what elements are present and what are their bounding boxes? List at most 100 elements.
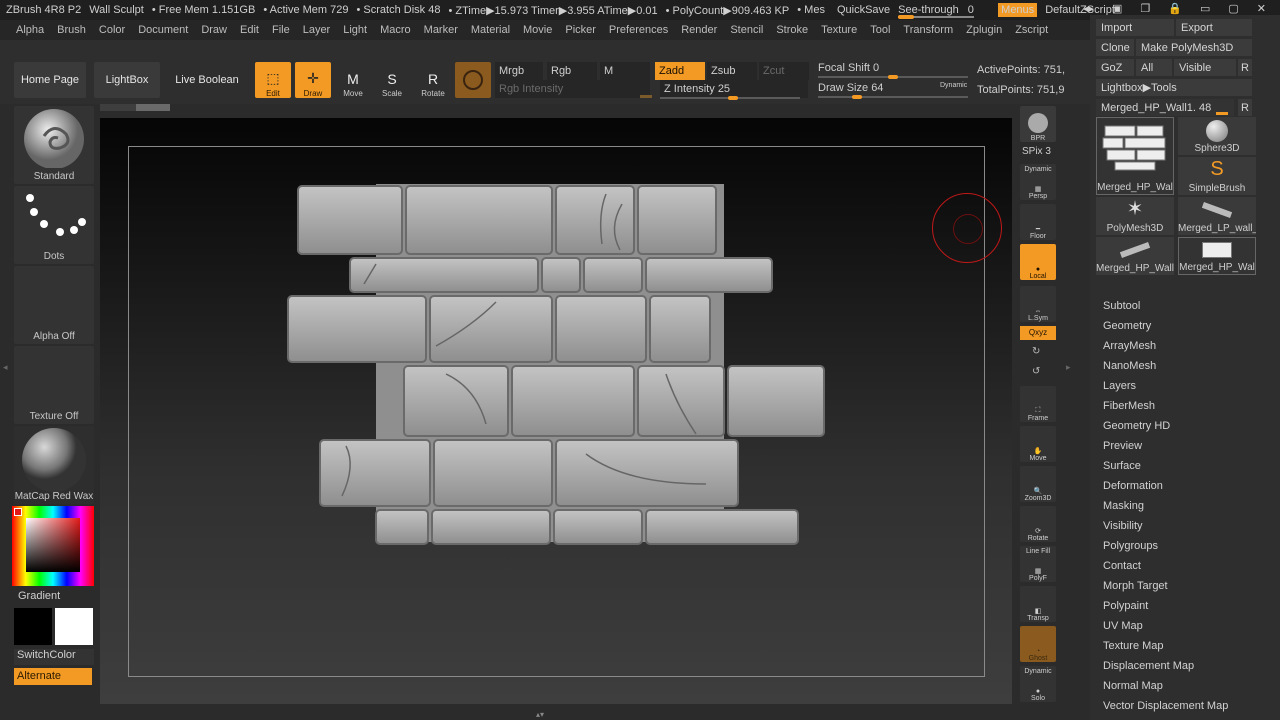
draw-button[interactable]: ✛ Draw <box>295 62 331 98</box>
subpalette-geometry[interactable]: Geometry <box>1103 316 1228 336</box>
collapse-right-icon[interactable]: ▸ <box>1066 362 1071 373</box>
see-through-slider[interactable]: See-through 0 <box>898 4 980 19</box>
tool-thumb-merged-lp-wall[interactable]: Merged_LP_wall_ <box>1178 197 1256 235</box>
sphere-material-button[interactable] <box>455 62 491 98</box>
alpha-swatch[interactable]: Alpha Off <box>14 266 94 344</box>
rotate-view-button[interactable]: ⟳ Rotate <box>1020 506 1056 542</box>
lightbox-button[interactable]: LightBox <box>94 62 160 98</box>
menu-render[interactable]: Render <box>681 24 717 36</box>
subpalette-subtool[interactable]: Subtool <box>1103 296 1228 316</box>
subpalette-displacement-map[interactable]: Displacement Map <box>1103 656 1228 676</box>
menu-layer[interactable]: Layer <box>303 24 331 36</box>
color-square[interactable] <box>26 518 80 572</box>
tool-thumb-merged-hp-wall[interactable]: Merged_HP_Wall <box>1096 237 1174 275</box>
material-swatch[interactable]: MatCap Red Wax <box>14 426 94 504</box>
move-button[interactable]: M Move <box>335 62 371 98</box>
r-button[interactable]: R <box>1238 59 1252 76</box>
menu-zplugin[interactable]: Zplugin <box>966 24 1002 36</box>
tool-thumb-merged-hp-wal[interactable]: Merged_HP_Wal <box>1096 117 1174 195</box>
switchcolor-button[interactable]: SwitchColor <box>14 649 94 665</box>
bpr-button[interactable]: BPR <box>1020 106 1056 142</box>
menu-alpha[interactable]: Alpha <box>16 24 44 36</box>
menu-stencil[interactable]: Stencil <box>730 24 763 36</box>
menu-preferences[interactable]: Preferences <box>609 24 668 36</box>
quicksave-button[interactable]: QuickSave <box>837 4 890 16</box>
subpalette-polypaint[interactable]: Polypaint <box>1103 596 1228 616</box>
menus-button[interactable]: Menus <box>998 3 1038 17</box>
dynamic-toggle[interactable]: Dynamic <box>940 82 967 89</box>
rgb-intensity-slider[interactable]: Rgb Intensity <box>495 80 650 98</box>
zcut-button[interactable]: Zcut <box>759 62 809 80</box>
frame-button[interactable]: ⛶ Frame <box>1020 386 1056 422</box>
menu-transform[interactable]: Transform <box>903 24 953 36</box>
make-polymesh-button[interactable]: Make PolyMesh3D <box>1136 39 1252 56</box>
menu-draw[interactable]: Draw <box>201 24 227 36</box>
color-picker[interactable] <box>12 506 94 586</box>
menu-macro[interactable]: Macro <box>380 24 411 36</box>
menu-edit[interactable]: Edit <box>240 24 259 36</box>
rotate-y-icon[interactable]: ↻ <box>1032 346 1040 357</box>
canvas-viewport[interactable] <box>100 118 1012 704</box>
current-tool-slider[interactable]: Merged_HP_Wall1. 48 <box>1096 99 1234 116</box>
subpalette-fibermesh[interactable]: FiberMesh <box>1103 396 1228 416</box>
goz-button[interactable]: GoZ <box>1096 59 1134 76</box>
menu-marker[interactable]: Marker <box>424 24 458 36</box>
secondary-color[interactable] <box>55 608 93 645</box>
subpalette-preview[interactable]: Preview <box>1103 436 1228 456</box>
menu-light[interactable]: Light <box>343 24 367 36</box>
subpalette-masking[interactable]: Masking <box>1103 496 1228 516</box>
layout-icon[interactable]: ▣ <box>1112 2 1122 15</box>
tool-thumb-merged-hp-wal-2[interactable]: Merged_HP_Wal <box>1178 237 1256 275</box>
subpalette-vector-displacement-map[interactable]: Vector Displacement Map <box>1103 696 1228 716</box>
menu-color[interactable]: Color <box>99 24 125 36</box>
live-boolean-button[interactable]: Live Boolean <box>168 62 246 98</box>
subpalette-visibility[interactable]: Visibility <box>1103 516 1228 536</box>
subpalette-geometry-hd[interactable]: Geometry HD <box>1103 416 1228 436</box>
xyz-toggle[interactable]: Qxyz <box>1020 326 1056 340</box>
collapse-left-icon[interactable]: ◂ <box>3 362 8 373</box>
alternate-button[interactable]: Alternate <box>14 668 92 685</box>
subpalette-morph-target[interactable]: Morph Target <box>1103 576 1228 596</box>
brush-swatch[interactable]: Standard <box>14 106 94 184</box>
menu-texture[interactable]: Texture <box>821 24 857 36</box>
export-button[interactable]: Export <box>1176 19 1252 36</box>
menu-material[interactable]: Material <box>471 24 510 36</box>
zsub-button[interactable]: Zsub <box>707 62 757 80</box>
subpalette-surface[interactable]: Surface <box>1103 456 1228 476</box>
polyf-button[interactable]: Line Fill ▦ PolyF <box>1020 546 1056 582</box>
zadd-button[interactable]: Zadd <box>655 62 705 80</box>
menu-tool[interactable]: Tool <box>870 24 890 36</box>
restore-icon[interactable]: ❐ <box>1140 2 1150 15</box>
persp-button[interactable]: Dynamic ▦ Persp <box>1020 164 1056 200</box>
all-button[interactable]: All <box>1136 59 1172 76</box>
rotate-button[interactable]: R Rotate <box>415 62 451 98</box>
mrgb-button[interactable]: Mrgb <box>495 62 543 80</box>
texture-swatch[interactable]: Texture Off <box>14 346 94 424</box>
solo-button[interactable]: Dynamic ● Solo <box>1020 666 1056 702</box>
clone-button[interactable]: Clone <box>1096 39 1134 56</box>
transp-button[interactable]: ◧ Transp <box>1020 586 1056 622</box>
rgb-button[interactable]: Rgb <box>547 62 597 80</box>
subpalette-contact[interactable]: Contact <box>1103 556 1228 576</box>
ghost-button[interactable]: ◔ Ghost <box>1020 626 1056 662</box>
r2-button[interactable]: R <box>1238 99 1252 116</box>
scale-button[interactable]: S Scale <box>374 62 410 98</box>
lock-icon[interactable]: 🔒 <box>1168 2 1182 15</box>
close-icon[interactable]: ✕ <box>1257 2 1266 15</box>
subpalette-normal-map[interactable]: Normal Map <box>1103 676 1228 696</box>
menu-brush[interactable]: Brush <box>57 24 86 36</box>
menu-stroke[interactable]: Stroke <box>776 24 808 36</box>
menu-picker[interactable]: Picker <box>565 24 596 36</box>
minimize-icon[interactable]: ▭ <box>1200 2 1210 15</box>
tool-thumb-sphere3d[interactable]: Sphere3D <box>1178 117 1256 155</box>
tool-thumb-polymesh3d[interactable]: ✶ PolyMesh3D <box>1096 197 1174 235</box>
subpalette-deformation[interactable]: Deformation <box>1103 476 1228 496</box>
subpalette-texture-map[interactable]: Texture Map <box>1103 636 1228 656</box>
visible-button[interactable]: Visible <box>1174 59 1236 76</box>
menu-movie[interactable]: Movie <box>523 24 552 36</box>
menu-zscript[interactable]: Zscript <box>1015 24 1048 36</box>
move-view-button[interactable]: ✋ Move <box>1020 426 1056 462</box>
main-color[interactable] <box>14 608 52 645</box>
spix-slider[interactable]: SPix 3 <box>1022 146 1051 157</box>
gradient-toggle[interactable]: Gradient <box>18 590 60 602</box>
